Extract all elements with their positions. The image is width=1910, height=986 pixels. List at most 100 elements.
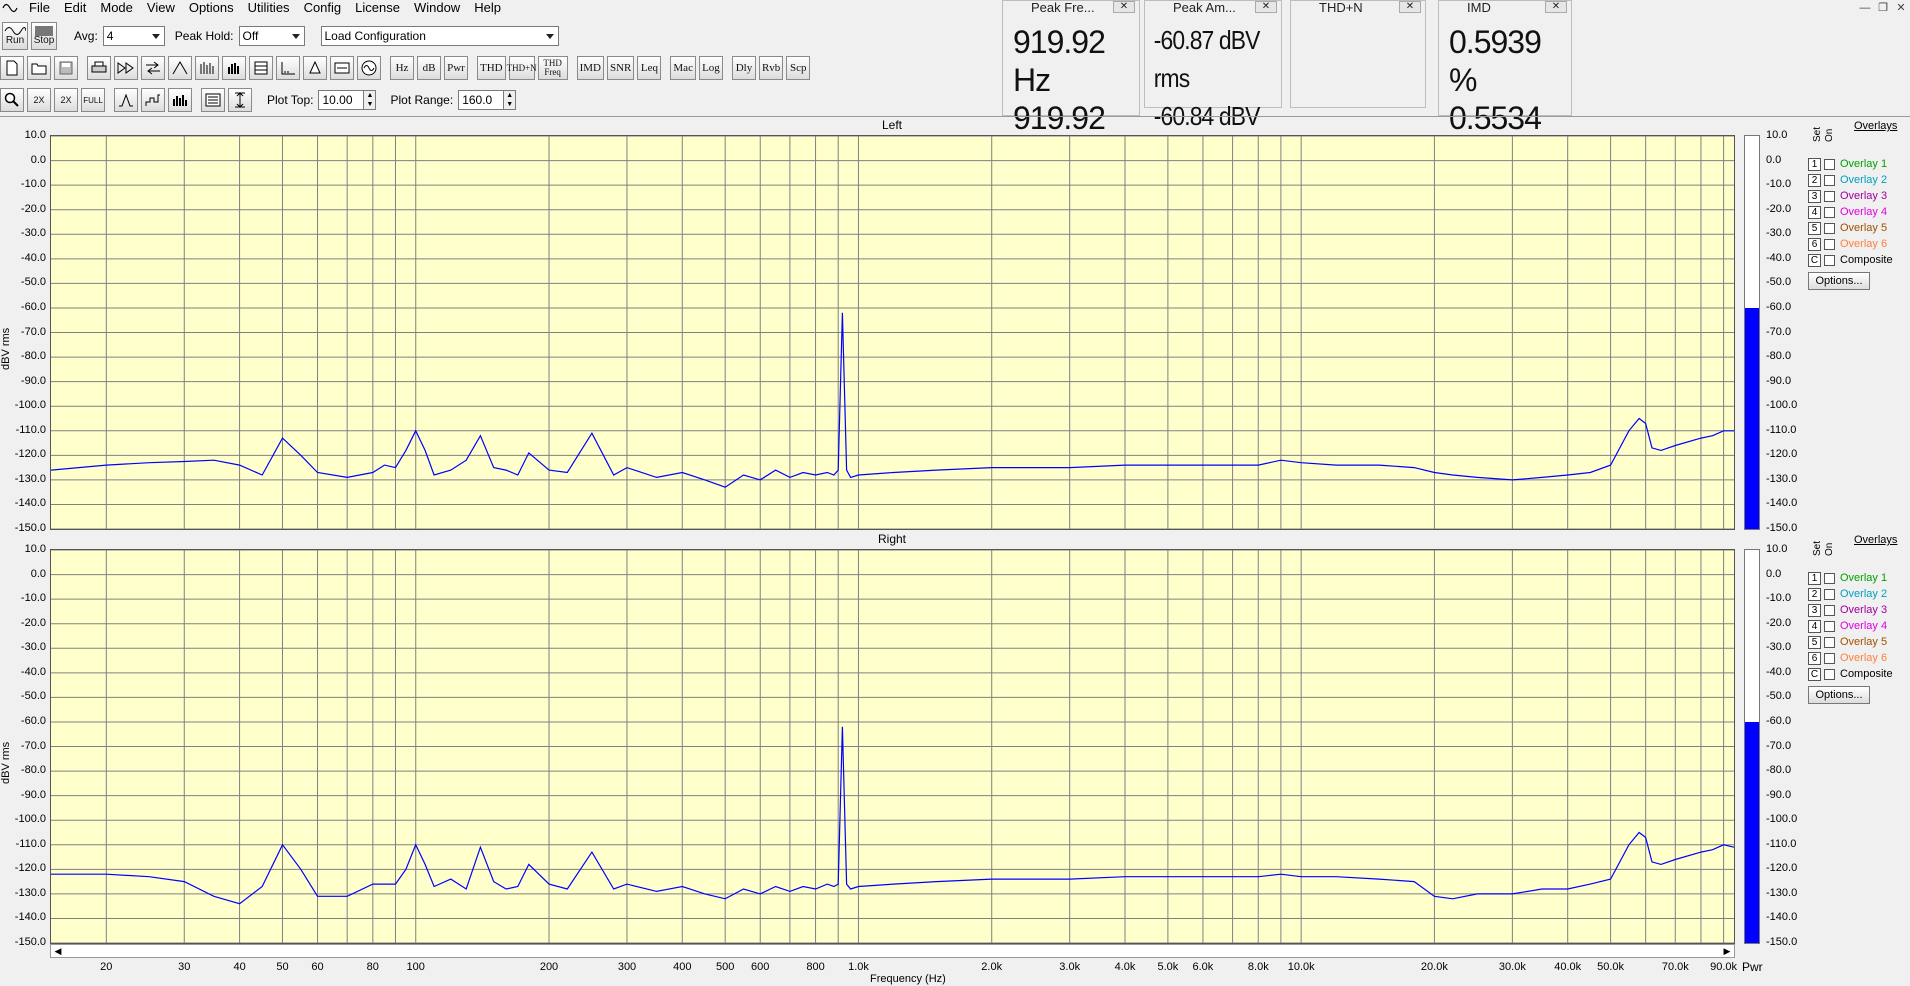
overlay-checkbox[interactable]: [1824, 652, 1835, 664]
overlay-checkbox[interactable]: [1824, 174, 1835, 186]
leq-button[interactable]: Leq: [637, 56, 662, 80]
hz-button[interactable]: Hz: [390, 56, 414, 80]
menu-view[interactable]: View: [140, 0, 182, 16]
overlay-set-button[interactable]: C: [1808, 253, 1821, 267]
plot-range-input[interactable]: 160.0: [458, 90, 505, 110]
thd-n-meter[interactable]: THD+N ✕: [1290, 0, 1426, 108]
overlay-checkbox[interactable]: [1824, 604, 1835, 616]
new-file-icon[interactable]: [0, 56, 24, 80]
overlay-set-button[interactable]: 5: [1808, 221, 1821, 235]
configuration-select[interactable]: Load Configuration: [320, 26, 559, 46]
overlay-checkbox[interactable]: [1824, 636, 1835, 648]
scroll-left-icon[interactable]: ◀: [51, 945, 65, 957]
overlay-set-button[interactable]: 1: [1808, 157, 1821, 171]
menu-window[interactable]: Window: [407, 0, 467, 16]
histogram-icon[interactable]: [168, 88, 192, 112]
generator-icon[interactable]: [357, 56, 381, 80]
zoom-in-button[interactable]: 2X: [27, 88, 51, 112]
print-icon[interactable]: [87, 56, 111, 80]
avg-select[interactable]: 4: [102, 26, 165, 46]
overlay-checkbox[interactable]: [1824, 190, 1835, 202]
overlays-title[interactable]: Overlays: [1854, 534, 1897, 546]
swap-icon[interactable]: [141, 56, 165, 80]
scroll-right-icon[interactable]: ▶: [1720, 945, 1734, 957]
overlay-set-button[interactable]: 6: [1808, 651, 1821, 665]
overlay-checkbox[interactable]: [1824, 238, 1835, 250]
stop-button[interactable]: Stop: [31, 22, 57, 50]
overlay-set-button[interactable]: 3: [1808, 189, 1821, 203]
steps-icon[interactable]: [141, 88, 165, 112]
meter-close-icon[interactable]: ✕: [1255, 1, 1277, 13]
overlay-checkbox[interactable]: [1824, 206, 1835, 218]
overlay-set-button[interactable]: 5: [1808, 635, 1821, 649]
save-icon[interactable]: [54, 56, 78, 80]
minimize-icon[interactable]: —: [1856, 0, 1874, 16]
table-icon[interactable]: [249, 56, 273, 80]
calibrate-icon[interactable]: [330, 56, 354, 80]
menu-options[interactable]: Options: [182, 0, 241, 16]
plot-top-spinner[interactable]: ▲ ▼: [364, 90, 377, 110]
overlay-checkbox[interactable]: [1824, 254, 1835, 266]
thd-freq-button[interactable]: THD Freq: [537, 56, 568, 80]
menu-license[interactable]: License: [348, 0, 407, 16]
peak-marker-icon[interactable]: [114, 88, 138, 112]
vertical-range-icon[interactable]: [228, 88, 252, 112]
left-spectrum-plot[interactable]: [50, 135, 1735, 530]
overlay-set-button[interactable]: C: [1808, 667, 1821, 681]
overlay-set-button[interactable]: 6: [1808, 237, 1821, 251]
overlays-title[interactable]: Overlays: [1854, 120, 1897, 132]
thd-button[interactable]: THD: [477, 56, 506, 80]
menu-edit[interactable]: Edit: [57, 0, 93, 16]
horizontal-scrollbar[interactable]: ◀ ▶: [50, 944, 1735, 958]
overlay-set-button[interactable]: 4: [1808, 205, 1821, 219]
db-button[interactable]: dB: [417, 56, 441, 80]
fast-forward-icon[interactable]: [114, 56, 138, 80]
peak-frequency-meter[interactable]: Peak Fre...✕ 919.92 Hz 919.92 Hz: [1002, 0, 1140, 174]
layout-icon[interactable]: [201, 88, 225, 112]
imd-meter[interactable]: IMD✕ 0.5939 % 0.5534 %: [1438, 0, 1572, 174]
hand-icon[interactable]: [222, 56, 246, 80]
rvb-button[interactable]: Rvb: [758, 56, 784, 80]
plot-top-input[interactable]: 10.00: [318, 90, 365, 110]
overlay-checkbox[interactable]: [1824, 572, 1835, 584]
pwr-button[interactable]: Pwr: [444, 56, 468, 80]
menu-file[interactable]: File: [22, 0, 57, 16]
snr-button[interactable]: SNR: [607, 56, 635, 80]
bars-icon[interactable]: [195, 56, 219, 80]
scp-button[interactable]: Scp: [786, 56, 811, 80]
close-icon[interactable]: ✕: [1892, 0, 1910, 16]
restore-icon[interactable]: ❐: [1874, 0, 1892, 16]
meter-close-icon[interactable]: ✕: [1545, 1, 1567, 13]
log-button[interactable]: Log: [698, 56, 723, 80]
zoom-full-button[interactable]: FULL: [81, 88, 105, 112]
plot-range-spinner[interactable]: ▲ ▼: [504, 90, 517, 110]
overlay-checkbox[interactable]: [1824, 588, 1835, 600]
zoom-icon[interactable]: [0, 88, 24, 112]
overlay-set-button[interactable]: 4: [1808, 619, 1821, 633]
overlay-set-button[interactable]: 3: [1808, 603, 1821, 617]
menu-mode[interactable]: Mode: [93, 0, 140, 16]
overlay-checkbox[interactable]: [1824, 668, 1835, 680]
right-spectrum-plot[interactable]: [50, 549, 1735, 944]
thd-n-button[interactable]: THD+N: [507, 56, 537, 80]
overlay-checkbox[interactable]: [1824, 620, 1835, 632]
meter-close-icon[interactable]: ✕: [1399, 1, 1421, 13]
imd-button[interactable]: IMD: [576, 56, 604, 80]
overlay-checkbox[interactable]: [1824, 222, 1835, 234]
open-folder-icon[interactable]: [27, 56, 51, 80]
meter-close-icon[interactable]: ✕: [1113, 1, 1135, 13]
mac-button[interactable]: Mac: [670, 56, 696, 80]
overlay-options-button[interactable]: Options...: [1808, 272, 1870, 290]
ramp-icon[interactable]: [168, 56, 192, 80]
overlay-checkbox[interactable]: [1824, 158, 1835, 170]
menu-config[interactable]: Config: [297, 0, 349, 16]
dly-button[interactable]: Dly: [731, 56, 756, 80]
peak-hold-select[interactable]: Off: [238, 26, 305, 46]
overlay-set-button[interactable]: 2: [1808, 587, 1821, 601]
overlay-set-button[interactable]: 2: [1808, 173, 1821, 187]
axes-icon[interactable]: [276, 56, 300, 80]
overlay-options-button[interactable]: Options...: [1808, 686, 1870, 704]
overlay-set-button[interactable]: 1: [1808, 571, 1821, 585]
zoom-out-button[interactable]: 2X: [54, 88, 78, 112]
menu-utilities[interactable]: Utilities: [241, 0, 297, 16]
